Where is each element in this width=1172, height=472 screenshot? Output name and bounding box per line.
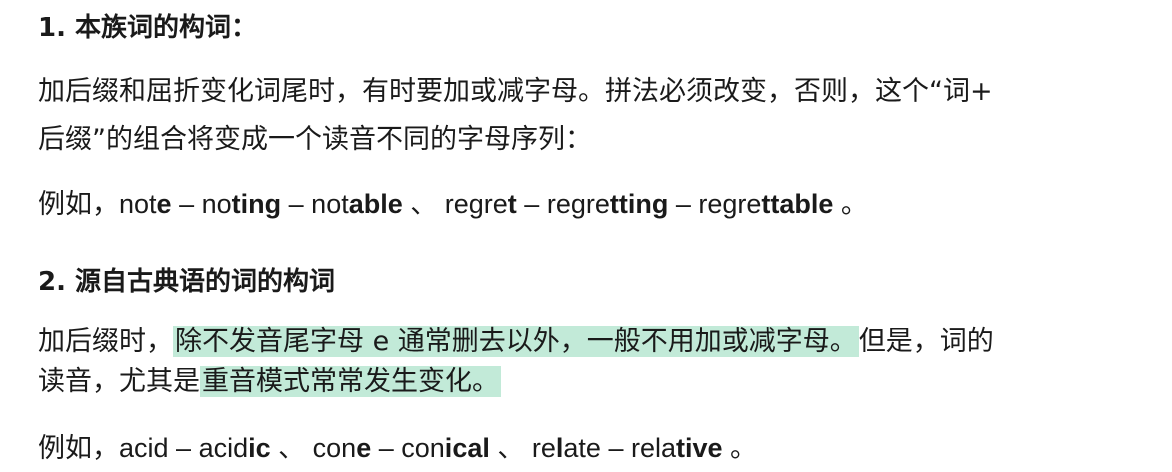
section1-paragraph-line2: 后缀”的组合将变成一个读音不同的字母序列： bbox=[38, 124, 592, 155]
separator: 、 bbox=[402, 189, 445, 219]
word-bold: ting bbox=[231, 189, 282, 219]
word: re bbox=[531, 433, 556, 463]
word: acid bbox=[198, 433, 249, 463]
word-bold: tive bbox=[676, 433, 723, 463]
section1-example: 例如，note – noting – notable 、 regret – re… bbox=[38, 186, 868, 223]
separator: – bbox=[281, 189, 312, 219]
word-bold: ttable bbox=[761, 189, 834, 219]
separator: – bbox=[171, 189, 202, 219]
word: regre bbox=[444, 189, 508, 219]
separator: 、 bbox=[270, 433, 313, 463]
word-bold: tting bbox=[609, 189, 669, 219]
word: regre bbox=[546, 189, 610, 219]
word: rela bbox=[630, 433, 677, 463]
separator: 、 bbox=[489, 433, 532, 463]
separator: – bbox=[668, 189, 699, 219]
para-text: 加后缀时， bbox=[38, 326, 173, 357]
word-bold: able bbox=[348, 189, 403, 219]
word: con bbox=[312, 433, 357, 463]
word-bold: e bbox=[356, 433, 372, 463]
word-bold: ic bbox=[248, 433, 271, 463]
dash: – bbox=[371, 433, 402, 463]
dash: – bbox=[600, 433, 631, 463]
section2-example: 例如，acid – acidic 、 cone – conical 、 rela… bbox=[38, 430, 757, 467]
example-prefix: 例如， bbox=[38, 433, 119, 464]
section2-heading: 2. 源自古典语的词的构词 bbox=[38, 267, 336, 297]
example-words: acid – acidic 、 cone – conical 、 relate … bbox=[119, 433, 757, 463]
word: no bbox=[201, 189, 232, 219]
word: not bbox=[311, 189, 349, 219]
word: not bbox=[119, 189, 157, 219]
highlighted-text: 除不发音尾字母 e 通常删去以外，一般不用加或减字母。 bbox=[173, 326, 859, 357]
word-bold: e bbox=[156, 189, 172, 219]
section1-paragraph-line1: 加后缀和屈折变化词尾时，有时要加或减字母。拼法必须改变，否则，这个“词+ bbox=[38, 76, 993, 107]
para-text: 但是，词的 bbox=[858, 326, 994, 357]
word-bold: t bbox=[507, 189, 517, 219]
word: acid bbox=[119, 433, 169, 463]
example-prefix: 例如， bbox=[38, 189, 119, 220]
word: ate bbox=[563, 433, 601, 463]
separator: – bbox=[516, 189, 547, 219]
section2-paragraph-line2: 读音，尤其是重音模式常常发生变化。 bbox=[38, 364, 501, 400]
dash: – bbox=[168, 433, 199, 463]
separator: 。 bbox=[833, 189, 868, 219]
section1-heading: 1. 本族词的构词： bbox=[38, 13, 258, 43]
document-page: 1. 本族词的构词： 加后缀和屈折变化词尾时，有时要加或减字母。拼法必须改变，否… bbox=[0, 0, 1172, 472]
example-words: note – noting – notable 、 regret – regre… bbox=[119, 189, 868, 219]
section2-paragraph-line1: 加后缀时，除不发音尾字母 e 通常删去以外，一般不用加或减字母。但是，词的 bbox=[38, 324, 994, 360]
word: con bbox=[401, 433, 445, 463]
word-bold: cal bbox=[452, 433, 490, 463]
para-text: 读音，尤其是 bbox=[38, 366, 200, 397]
word: regre bbox=[698, 189, 762, 219]
highlighted-text: 重音模式常常发生变化。 bbox=[200, 366, 501, 397]
separator: 。 bbox=[722, 433, 758, 463]
